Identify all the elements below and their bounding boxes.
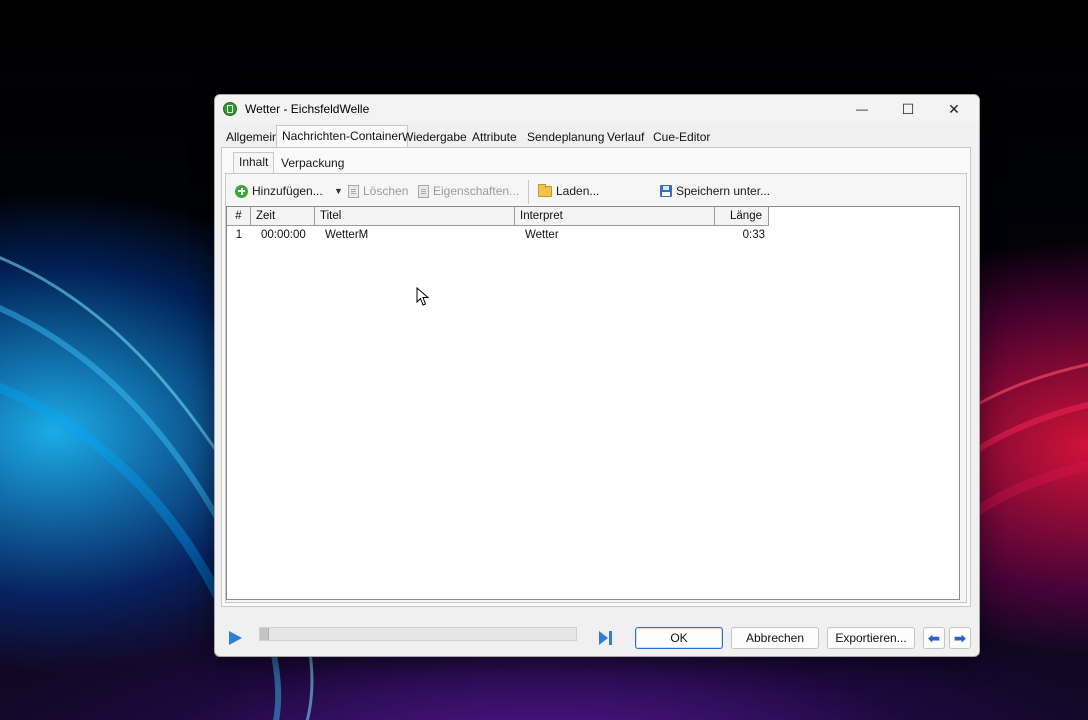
column-header-titel[interactable]: Titel [315,207,515,225]
add-button[interactable]: Hinzufügen... [235,182,323,200]
minimize-button[interactable]: — [839,95,885,123]
ok-button[interactable]: OK [635,627,723,649]
dialog-window: Wetter - EichsfeldWelle — ☐ ✕ Allgemein … [214,94,980,657]
playback-progress[interactable] [259,627,577,641]
close-button[interactable]: ✕ [931,95,977,123]
app-icon [223,102,237,116]
content-table[interactable]: # Zeit Titel Interpret Länge 1 00:00:00 … [226,206,960,600]
column-header-interpret[interactable]: Interpret [515,207,715,225]
tab-attribute[interactable]: Attribute [467,127,522,147]
export-button[interactable]: Exportieren... [827,627,915,649]
tab-wiedergabe[interactable]: Wiedergabe [397,127,472,147]
tab-cue-editor[interactable]: Cue-Editor [648,127,715,147]
save-as-button[interactable]: Speichern unter... [660,182,770,200]
properties-label: Eigenschaften... [433,184,520,198]
next-button[interactable]: ➡ [949,627,971,649]
play-icon[interactable] [229,631,242,645]
tab-allgemein[interactable]: Allgemein [221,127,284,147]
delete-label: Löschen [363,184,409,198]
maximize-icon: ☐ [901,100,915,117]
subtab-inhalt[interactable]: Inhalt [233,152,275,174]
column-header-laenge[interactable]: Länge [715,207,769,225]
properties-doc-icon [418,184,429,198]
cell-title: WetterM [325,229,369,241]
arrow-right-icon: ➡ [954,629,966,646]
cell-artist: Wetter [525,229,559,241]
subtab-verpackung[interactable]: Verpackung [276,154,349,174]
arrow-left-icon: ⬅ [928,629,940,646]
progress-thumb[interactable] [260,628,269,640]
tab-nachrichten-container[interactable]: Nachrichten-Container [276,125,409,147]
load-label: Laden... [556,184,600,198]
container-panel: Inhalt Verpackung Hinzufügen... ▼ Lösche… [221,147,971,607]
table-row[interactable]: 1 00:00:00 WetterM Wetter 0:33 [227,226,769,244]
window-title: Wetter - EichsfeldWelle [245,102,370,116]
table-header: # Zeit Titel Interpret Länge [227,207,769,226]
toolbar-separator [528,180,529,204]
add-label: Hinzufügen... [252,184,323,198]
cell-time: 00:00:00 [261,229,306,241]
title-bar[interactable]: Wetter - EichsfeldWelle — ☐ ✕ [215,95,979,123]
delete-button[interactable]: Löschen [348,182,408,200]
minimize-icon: — [856,102,868,116]
column-header-number[interactable]: # [227,207,251,225]
prev-button[interactable]: ⬅ [923,627,945,649]
load-button[interactable]: Laden... [538,182,599,200]
maximize-button[interactable]: ☐ [885,95,931,123]
mouse-cursor-icon [416,287,430,306]
cell-length: 0:33 [742,229,765,241]
add-icon [235,184,248,198]
delete-doc-icon [348,184,359,198]
column-header-zeit[interactable]: Zeit [251,207,315,225]
properties-button[interactable]: Eigenschaften... [418,182,519,200]
close-icon: ✕ [948,100,960,117]
add-dropdown-button[interactable]: ▼ [334,182,343,200]
skip-end-icon[interactable] [599,631,613,645]
chevron-down-icon: ▼ [334,186,343,196]
main-tab-bar: Allgemein Nachrichten-Container Wiederga… [215,125,979,147]
cancel-button[interactable]: Abbrechen [731,627,819,649]
bottom-bar: OK Abbrechen Exportieren... ⬅ ➡ [215,615,979,655]
toolbar: Hinzufügen... ▼ Löschen Eigenschaften...… [230,178,960,204]
save-as-label: Speichern unter... [676,184,771,198]
folder-icon [538,183,552,197]
tab-sendeplanung[interactable]: Sendeplanung [522,127,609,147]
tab-verlauf[interactable]: Verlauf [602,127,649,147]
content-panel: Hinzufügen... ▼ Löschen Eigenschaften...… [225,173,967,603]
cell-number: 1 [235,229,243,241]
floppy-disk-icon [660,185,672,197]
